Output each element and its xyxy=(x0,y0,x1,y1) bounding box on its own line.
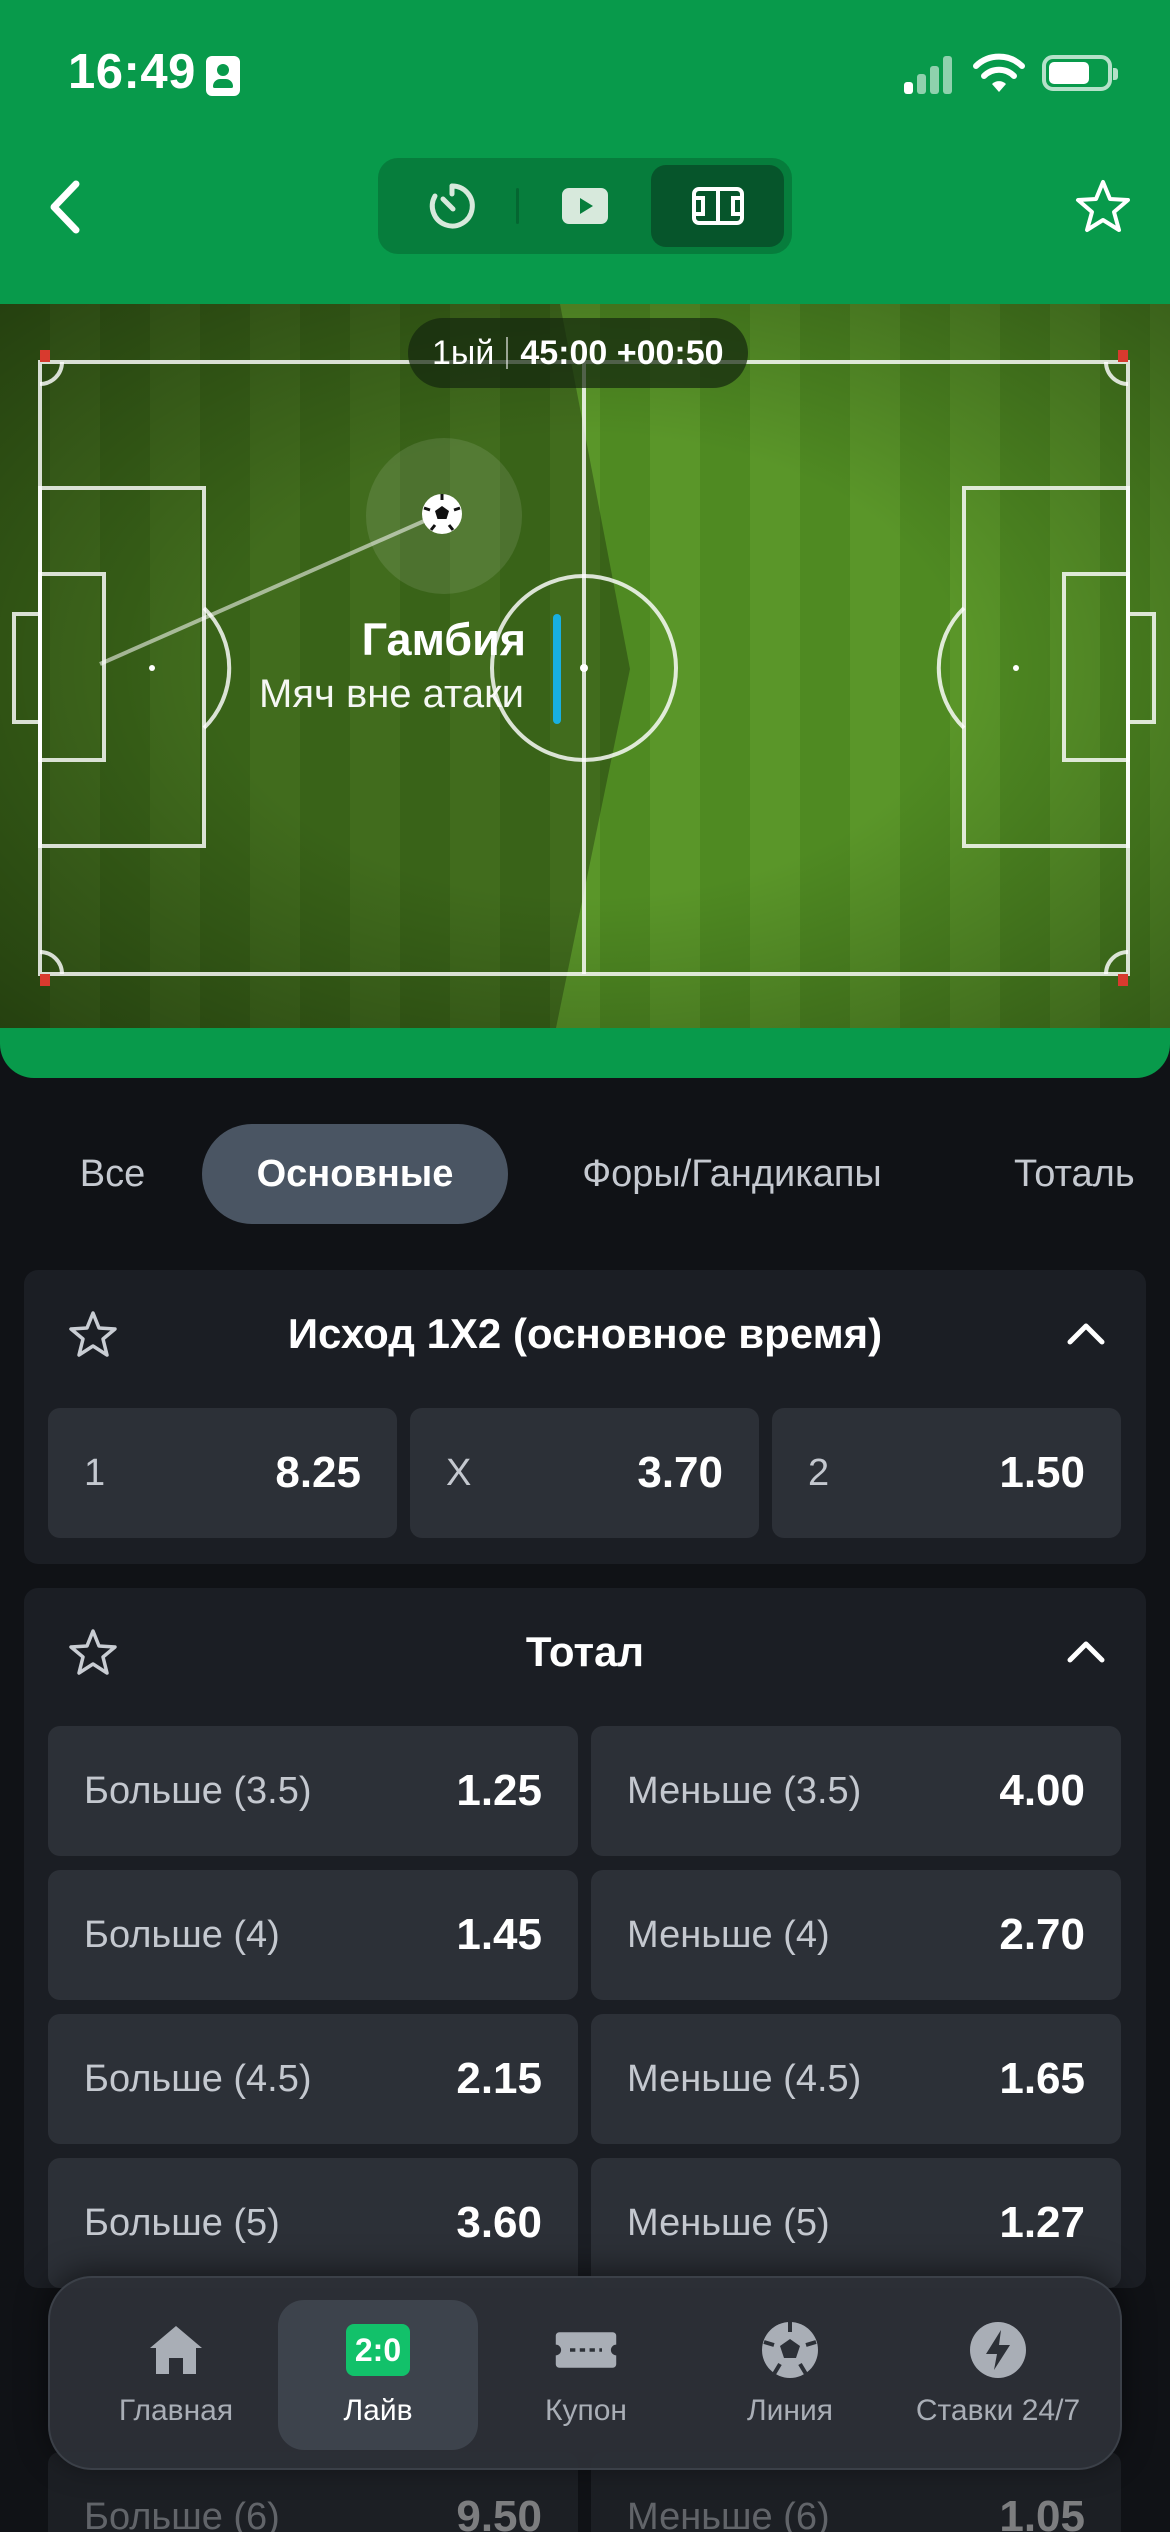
odd-button-over[interactable]: Больше (4.5) 2.15 xyxy=(48,2014,578,2144)
odd-button-under[interactable]: Меньше (5) 1.27 xyxy=(591,2158,1121,2288)
odd-label: Меньше (4.5) xyxy=(627,2058,862,2100)
match-event-text: Мяч вне атаки xyxy=(259,672,524,716)
chevron-up-icon[interactable] xyxy=(1064,1634,1108,1668)
contact-card-icon xyxy=(206,56,240,96)
bottom-navigation: Главная 2:0 Лайв Купон Линия Ставки 24/7 xyxy=(48,2276,1122,2470)
odd-label: Больше (5) xyxy=(84,2202,280,2244)
market-header-total[interactable]: Тотал xyxy=(24,1588,1146,1712)
odd-label: 2 xyxy=(808,1452,830,1494)
period-separator xyxy=(506,337,509,369)
home-icon xyxy=(144,2318,208,2382)
attacking-team-name: Гамбия xyxy=(361,614,526,665)
tab-all[interactable]: Все xyxy=(40,1124,185,1224)
odd-value: 1.50 xyxy=(999,1448,1085,1497)
odd-value: 1.65 xyxy=(999,2054,1085,2103)
nav-label: Ставки 24/7 xyxy=(915,2394,1081,2427)
status-bar: 16:49 xyxy=(0,0,1170,150)
view-mode-switch xyxy=(378,158,792,254)
chevron-up-icon[interactable] xyxy=(1064,1316,1108,1350)
market-tabs: Все Основные Форы/Гандикапы Тоталь xyxy=(0,1124,1170,1224)
odd-value: 3.60 xyxy=(456,2198,542,2247)
status-time: 16:49 xyxy=(68,45,196,99)
nav-label: Лайв xyxy=(343,2394,413,2427)
tab-totals[interactable]: Тоталь xyxy=(990,1124,1170,1224)
favorite-star-button[interactable] xyxy=(1072,176,1134,238)
field-view-icon xyxy=(691,187,744,225)
odd-label: Больше (4.5) xyxy=(84,2058,312,2100)
odd-value: 2.70 xyxy=(999,1910,1085,1959)
odd-button-over[interactable]: Больше (5) 3.60 xyxy=(48,2158,578,2288)
soccer-ball-icon xyxy=(758,2318,822,2382)
nav-label: Купон xyxy=(545,2394,627,2427)
nav-home[interactable]: Главная xyxy=(76,2300,276,2450)
odd-label: Меньше (5) xyxy=(627,2202,830,2244)
odd-value: 1.25 xyxy=(456,1766,542,1815)
odd-value: 2.15 xyxy=(456,2054,542,2103)
timer-icon xyxy=(429,183,475,229)
view-timer-button[interactable] xyxy=(385,165,518,247)
odd-button-away[interactable]: 2 1.50 xyxy=(772,1408,1121,1538)
odd-value: 1.45 xyxy=(456,1910,542,1959)
odd-value: 8.25 xyxy=(275,1448,361,1497)
match-period-pill: 1ый 45:00 +00:50 xyxy=(408,318,748,388)
odd-button-home[interactable]: 1 8.25 xyxy=(48,1408,397,1538)
market-title: Исход 1X2 (основное время) xyxy=(287,1310,883,1357)
tab-main[interactable]: Основные xyxy=(202,1124,508,1224)
market-card-outcome: Исход 1X2 (основное время) 1 8.25 X 3.70… xyxy=(24,1270,1146,1564)
odd-label: Меньше (4) xyxy=(627,1914,830,1956)
market-header-outcome[interactable]: Исход 1X2 (основное время) xyxy=(24,1270,1146,1394)
battery-icon xyxy=(1042,55,1118,91)
odd-label: 1 xyxy=(84,1452,106,1494)
odd-button-under[interactable]: Меньше (4) 2.70 xyxy=(591,1870,1121,2000)
match-field: 1ый 45:00 +00:50 Гамбия Мяч вне атаки xyxy=(0,304,1170,1028)
market-title: Тотал xyxy=(525,1628,645,1675)
odd-label: Меньше (3.5) xyxy=(627,1770,862,1812)
cellular-signal-icon xyxy=(904,56,954,94)
nav-bets-24-7[interactable]: Ставки 24/7 xyxy=(898,2300,1098,2450)
lightning-icon xyxy=(966,2318,1030,2382)
market-card-total: Тотал Больше (3.5) 1.25 Меньше (3.5) 4.0… xyxy=(24,1588,1146,2288)
nav-label: Линия xyxy=(746,2394,833,2427)
odd-value: 3.70 xyxy=(637,1448,723,1497)
ball-position-icon xyxy=(422,494,462,534)
nav-live[interactable]: 2:0 Лайв xyxy=(278,2300,478,2450)
nav-coupon[interactable]: Купон xyxy=(486,2300,686,2450)
wifi-icon xyxy=(973,53,1025,92)
odd-label: Больше (4) xyxy=(84,1914,280,1956)
odd-value: 4.00 xyxy=(999,1766,1085,1815)
match-header: 16:49 1ый 45:00 +00:50 Гамбия Мяч вне ат… xyxy=(0,0,1170,1078)
odd-label: X xyxy=(446,1452,472,1494)
team-color-bar xyxy=(553,614,561,724)
live-score-icon: 2:0 xyxy=(346,2318,410,2382)
back-button[interactable] xyxy=(38,172,98,242)
live-score-badge: 2:0 xyxy=(346,2324,410,2376)
nav-label: Главная xyxy=(118,2394,234,2427)
odd-button-under[interactable]: Меньше (3.5) 4.00 xyxy=(591,1726,1121,1856)
odd-button-under[interactable]: Меньше (4.5) 1.65 xyxy=(591,2014,1121,2144)
view-video-button[interactable] xyxy=(518,165,651,247)
odd-button-over[interactable]: Больше (3.5) 1.25 xyxy=(48,1726,578,1856)
odd-value: 1.27 xyxy=(999,2198,1085,2247)
view-field-button[interactable] xyxy=(651,165,784,247)
odd-button-over[interactable]: Больше (4) 1.45 xyxy=(48,1870,578,2000)
odd-button-draw[interactable]: X 3.70 xyxy=(410,1408,759,1538)
video-play-icon xyxy=(561,188,608,224)
match-period: 1ый xyxy=(432,333,495,372)
tab-handicaps[interactable]: Форы/Гандикапы xyxy=(540,1124,924,1224)
match-clock: 45:00 +00:50 xyxy=(520,333,724,372)
odd-label: Больше (3.5) xyxy=(84,1770,312,1812)
coupon-icon xyxy=(554,2318,618,2382)
pitch-lines xyxy=(12,350,1156,986)
nav-line[interactable]: Линия xyxy=(690,2300,890,2450)
